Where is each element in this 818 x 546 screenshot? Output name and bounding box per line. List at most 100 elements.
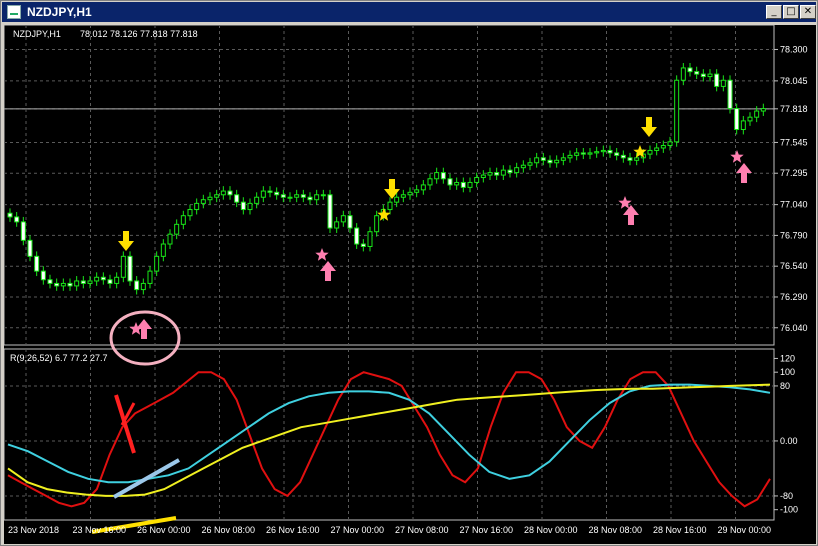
time-tick-label: 26 Nov 08:00 (202, 525, 256, 535)
candle (414, 184, 420, 198)
candle (494, 167, 500, 180)
price-pane (7, 63, 766, 295)
candle (747, 112, 753, 126)
star-icon (730, 150, 744, 163)
price-tick-label: 76.040 (780, 323, 808, 333)
window-title: NZDJPY,H1 (27, 5, 92, 19)
candle (720, 75, 726, 92)
candle (180, 210, 186, 230)
time-tick-label: 27 Nov 08:00 (395, 525, 449, 535)
candle (560, 152, 566, 166)
minimize-button[interactable]: _ (766, 5, 782, 19)
candle (594, 146, 600, 158)
star-icon (315, 248, 329, 261)
candle (667, 136, 673, 151)
annotation-layer (109, 117, 752, 366)
time-tick-label: 23 Nov 16:00 (73, 525, 127, 535)
candle (34, 251, 40, 277)
candle (534, 152, 540, 168)
sell-arrow-icon (118, 231, 134, 251)
candle (207, 192, 213, 205)
candle (740, 115, 746, 135)
candle (67, 278, 73, 291)
candle (94, 272, 100, 286)
time-tick-label: 26 Nov 16:00 (266, 525, 320, 535)
indicator-series-line (7, 383, 771, 484)
candle (434, 167, 440, 184)
buy-arrow-icon (623, 205, 639, 225)
price-tick-label: 77.545 (780, 137, 808, 147)
candle (247, 198, 253, 215)
candle (280, 189, 286, 203)
time-tick-label: 23 Nov 2018 (8, 525, 59, 535)
candle (254, 192, 260, 209)
candle (447, 173, 453, 190)
candle (147, 266, 153, 289)
candle (714, 69, 720, 92)
candle (734, 103, 740, 135)
candle (194, 198, 200, 215)
price-tick-label: 78.045 (780, 76, 808, 86)
candle (107, 274, 113, 289)
indicator-label: R(9,26,52) 6.7 77.2 27.7 (10, 353, 108, 363)
candle (160, 239, 166, 262)
candle (87, 276, 93, 289)
candle (707, 69, 713, 82)
price-tick-label: 77.295 (780, 168, 808, 178)
candle (587, 147, 593, 160)
candle (367, 226, 373, 252)
candle (174, 219, 180, 240)
maximize-button[interactable]: □ (783, 5, 799, 19)
candle (140, 278, 146, 295)
candle (200, 194, 206, 209)
time-tick-label: 28 Nov 16:00 (653, 525, 707, 535)
sell-arrow-icon (641, 117, 657, 137)
candle (260, 186, 266, 203)
axis-layer: 78.300 78.045 77.818 77.545 77.295 77.040 76.7… (8, 44, 808, 535)
candle (167, 229, 173, 249)
candle (360, 239, 366, 252)
candle (327, 189, 333, 233)
candle (487, 167, 493, 180)
candle (700, 69, 706, 82)
candle (614, 147, 620, 161)
chart-icon (7, 5, 21, 19)
candle (354, 223, 360, 249)
terminal-window: NZDJPY,H1 _ □ ✕ 78.300 78.045 77.818 77.545… (0, 0, 818, 546)
time-tick-label: 28 Nov 00:00 (524, 525, 578, 535)
candle (647, 145, 653, 160)
candle (694, 66, 700, 80)
candle (314, 189, 320, 205)
candle (460, 177, 466, 193)
candle (620, 150, 626, 163)
candle (227, 186, 233, 200)
candle (27, 235, 33, 262)
time-tick-label: 27 Nov 00:00 (331, 525, 385, 535)
ohlc-label: 78.012 78.126 77.818 77.818 (80, 29, 198, 39)
chart-area[interactable]: 78.300 78.045 77.818 77.545 77.295 77.040 76.7… (4, 25, 816, 544)
candle (214, 189, 220, 203)
chart-svg[interactable]: 78.300 78.045 77.818 77.545 77.295 77.040 76.7… (4, 25, 816, 544)
candle (420, 179, 426, 195)
candle (80, 276, 86, 289)
price-tick-label: 78.300 (780, 44, 808, 54)
candle (680, 63, 686, 86)
candle (320, 189, 326, 200)
candle (607, 145, 613, 158)
close-button[interactable]: ✕ (800, 5, 816, 19)
buy-arrow-icon (136, 319, 152, 339)
candle (400, 189, 406, 203)
indicator-tick-label: 80 (780, 381, 790, 391)
candle (134, 276, 140, 295)
candle (120, 251, 126, 283)
title-bar[interactable]: NZDJPY,H1 _ □ ✕ (2, 2, 816, 22)
candle (527, 157, 533, 171)
candle (100, 272, 106, 285)
candle (267, 186, 273, 198)
candle (334, 216, 340, 233)
candle (580, 147, 586, 160)
candle (60, 278, 66, 291)
time-tick-label: 27 Nov 16:00 (460, 525, 514, 535)
candle (760, 103, 766, 116)
price-tick-label: 76.790 (780, 230, 808, 240)
